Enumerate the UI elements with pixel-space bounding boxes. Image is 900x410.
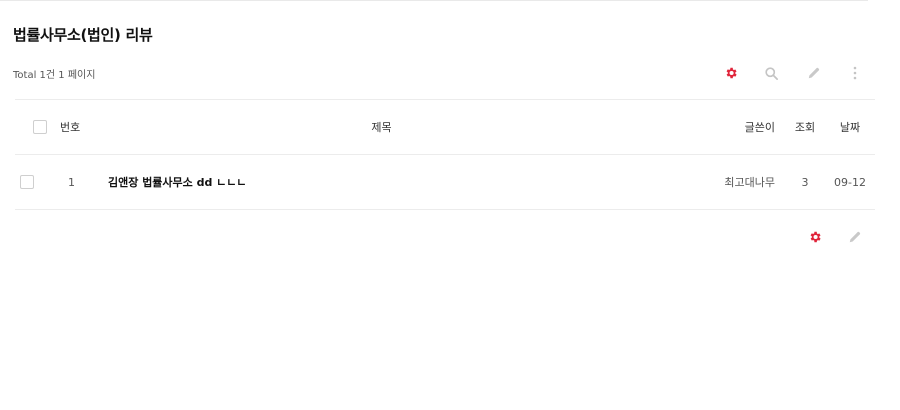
page-title: 법률사무소(법인) 리뷰 [13, 26, 153, 44]
pencil-icon[interactable] [805, 64, 823, 82]
top-divider [0, 0, 868, 1]
header-writer[interactable]: 글쓴이 [695, 100, 785, 155]
total-count: Total 1건 1 페이지 [13, 70, 96, 81]
post-title-link[interactable]: 김앤장 법률사무소 dd ㄴㄴㄴ [108, 176, 247, 189]
header-views[interactable]: 조회 [785, 100, 825, 155]
row-views: 3 [801, 175, 809, 189]
select-all-checkbox[interactable] [33, 120, 47, 134]
table-row: 1 김앤장 법률사무소 dd ㄴㄴㄴ 최고대나무 3 09-12 [15, 154, 875, 210]
search-icon[interactable] [762, 64, 780, 82]
row-select-cell [15, 155, 60, 210]
row-writer[interactable]: 최고대나무 [695, 155, 785, 210]
header-number[interactable]: 번호 [60, 100, 108, 155]
pencil-icon[interactable] [846, 228, 864, 246]
table-header-row: 번호 제목 글쓴이 조회 날짜 [15, 99, 875, 155]
select-all-cell [15, 100, 60, 155]
row-title-cell: 김앤장 법률사무소 dd ㄴㄴㄴ [108, 155, 695, 210]
more-vertical-icon[interactable] [846, 64, 864, 82]
gear-icon[interactable] [722, 64, 740, 82]
row-date: 09-12 [834, 175, 866, 189]
header-date[interactable]: 날짜 [825, 100, 875, 155]
board-list-table: 번호 제목 글쓴이 조회 날짜 1 김앤장 법률사무소 dd ㄴㄴㄴ 최고대나무… [15, 99, 875, 210]
row-number: 1 [68, 175, 75, 189]
gear-icon[interactable] [806, 228, 824, 246]
row-checkbox[interactable] [20, 175, 34, 189]
header-title[interactable]: 제목 [108, 100, 695, 155]
